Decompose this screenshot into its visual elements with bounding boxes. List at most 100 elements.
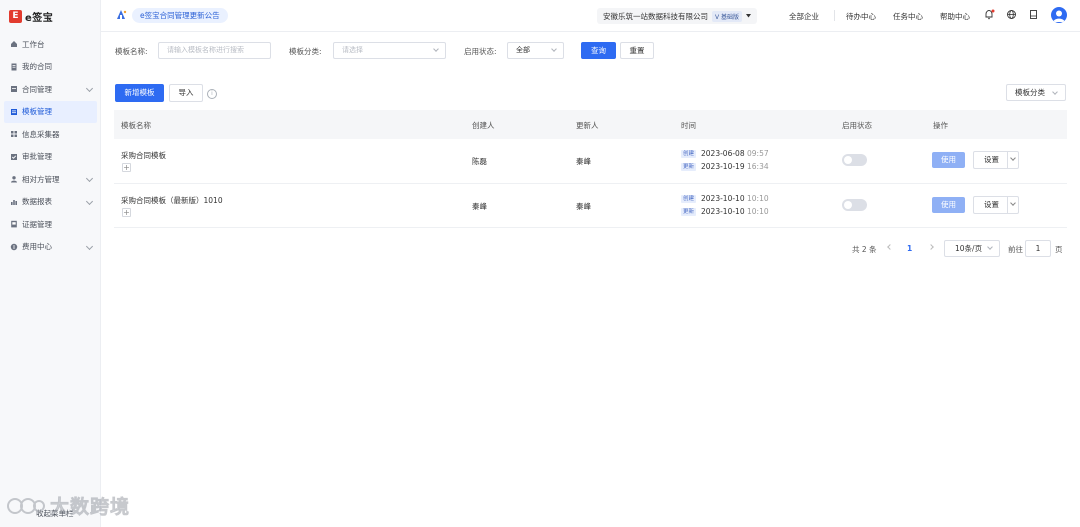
updated-date: 2023-10-19 [701,162,745,171]
updater-name: 秦峰 [576,201,591,211]
template-name[interactable]: 采购合同模板（最新版）1010 [121,195,223,206]
sidebar-item-reports[interactable]: 数据报表 [0,191,101,214]
table-row: 采购合同模板（最新版）1010 + 秦峰 秦峰 创建 2023-10-10 10:… [114,184,1067,228]
billing-icon [10,243,18,251]
all-companies-link[interactable]: 全部企业 [789,11,819,22]
watermark-logo-icon [7,497,45,514]
logo-mark: E [9,9,22,23]
sidebar-item-label: 费用中心 [22,242,52,252]
sidebar-item-my-contracts[interactable]: 我的合同 [0,56,101,79]
todo-center-link[interactable]: 待办中心 [846,11,876,22]
info-icon[interactable]: i [207,89,217,99]
pagination-current-page[interactable]: 1 [907,244,912,253]
help-center-link[interactable]: 帮助中心 [940,11,970,22]
template-category-select[interactable]: 请选择 [333,42,446,59]
megaphone-icon [117,10,127,19]
table-row: 采购合同模板 + 陈磊 秦峰 创建 2023-06-08 09:57 更新 2023… [114,139,1067,184]
template-category-button[interactable]: 模板分类 [1006,84,1066,101]
divider [1007,152,1008,168]
divider [834,10,835,21]
prev-page-icon[interactable] [887,244,893,250]
add-template-button[interactable]: 新增模板 [115,84,164,102]
sidebar-item-label: 合同管理 [22,84,52,94]
sidebar-menu: 工作台 我的合同 合同管理 模板管理 信息采集器 审批管理 相对方管理 数据报表… [0,33,101,258]
bell-icon[interactable] [984,9,995,20]
grid-icon [10,130,18,138]
column-header-status: 启用状态 [842,121,872,130]
settings-dropdown[interactable]: 设置 [973,151,1019,169]
settings-label: 设置 [984,155,999,164]
sidebar-item-workbench[interactable]: 工作台 [0,33,101,56]
template-category-label: 模板分类: [289,47,322,56]
column-header-name: 模板名称 [121,121,151,130]
sidebar-item-evidence[interactable]: 证据管理 [0,213,101,236]
creator-name: 陈磊 [472,157,487,166]
page-suffix: 页 [1055,245,1063,254]
document-icon[interactable] [1028,9,1039,20]
globe-icon[interactable] [1006,9,1017,20]
chevron-down-icon [85,242,94,250]
folder-icon [10,85,18,93]
add-tag-button[interactable]: + [122,163,131,172]
updated-tag: 更新 [681,207,697,216]
updated-clock: 16:34 [747,162,769,171]
created-tag: 创建 [681,194,697,203]
status-toggle[interactable] [842,154,867,166]
next-page-icon[interactable] [928,244,934,250]
chevron-down-icon [551,46,557,52]
reset-button[interactable]: 重置 [620,42,654,59]
search-button[interactable]: 查询 [581,42,616,59]
pagination-total: 共 2 条 [852,245,877,254]
home-icon [10,40,18,48]
goto-label: 前往 [1008,245,1023,254]
use-button[interactable]: 使用 [932,196,965,213]
approval-icon [10,153,18,161]
page-size-select[interactable]: 10条/页 [944,240,1000,257]
status-select[interactable]: 全部 [507,42,564,59]
add-tag-button[interactable]: + [122,207,131,217]
template-name-input[interactable]: 请输入模板名称进行搜索 [158,42,271,59]
announcement-link[interactable]: e签宝合同管理更新公告 [132,8,228,23]
chevron-down-icon [85,197,94,205]
task-center-link[interactable]: 任务中心 [893,11,923,22]
settings-label: 设置 [984,199,999,209]
report-icon [10,198,18,206]
chevron-down-icon [433,46,439,52]
logo[interactable]: E e签宝 [9,9,54,24]
sidebar-item-counterparty[interactable]: 相对方管理 [0,168,101,191]
sidebar-item-template-management[interactable]: 模板管理 [4,100,97,123]
created-clock: 09:57 [747,149,769,158]
use-button[interactable]: 使用 [932,152,965,168]
chevron-down-icon [987,244,993,250]
sidebar-item-billing[interactable]: 费用中心 [0,236,101,259]
goto-page-input[interactable]: 1 [1025,240,1051,257]
chevron-down-icon [85,174,94,183]
company-switcher[interactable]: 安徽乐筑一站数据科技有限公司 V 基础版 [597,8,758,24]
created-time: 创建 2023-06-08 09:57 [681,149,769,158]
sidebar-item-contract-management[interactable]: 合同管理 [0,78,101,101]
sidebar-item-info-collector[interactable]: 信息采集器 [0,123,101,146]
template-name[interactable]: 采购合同模板 [121,150,166,161]
chevron-down-icon [1052,89,1058,95]
sidebar-item-approval[interactable]: 审批管理 [0,146,101,169]
settings-dropdown[interactable]: 设置 [973,195,1019,214]
sidebar-item-label: 审批管理 [22,152,52,162]
sidebar-item-label: 数据报表 [22,197,52,207]
status-value: 全部 [516,46,530,54]
user-avatar[interactable] [1051,7,1067,23]
page-size-value: 10条/页 [955,244,983,253]
import-button[interactable]: 导入 [169,84,203,102]
updater-name: 秦峰 [576,157,591,166]
status-toggle[interactable] [842,198,867,211]
column-header-updater: 更新人 [576,121,599,130]
watermark-text: 大数跨境 [50,496,131,519]
template-name-label: 模板名称: [115,47,148,56]
logo-text: e签宝 [25,12,54,24]
chevron-down-icon [1010,155,1016,161]
sidebar-item-label: 模板管理 [22,107,52,117]
divider [1007,196,1008,213]
template-icon [10,108,18,116]
sidebar-item-label: 相对方管理 [22,174,60,184]
contacts-icon [10,175,18,183]
created-tag: 创建 [681,150,697,158]
